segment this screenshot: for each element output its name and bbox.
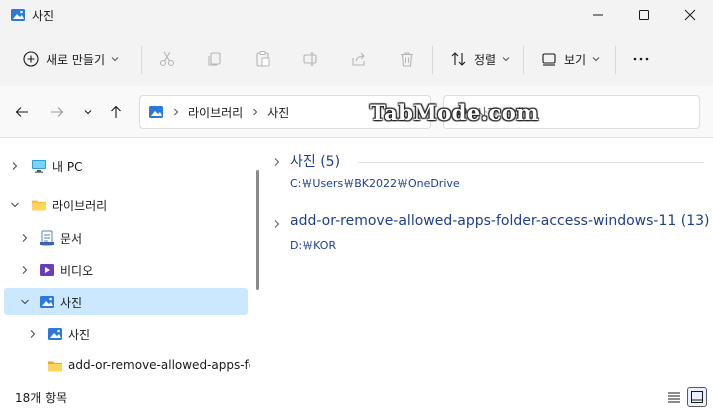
- sort-label: 정렬: [474, 52, 497, 67]
- sidebar-item-this-pc[interactable]: 내 PC: [4, 152, 248, 179]
- sidebar-item-pictures-onedrive[interactable]: 사진: [4, 320, 248, 347]
- more-icon: [633, 57, 649, 61]
- sidebar-item-pictures[interactable]: 사진: [4, 288, 248, 315]
- chevron-right-icon: [253, 108, 258, 116]
- forward-button[interactable]: [47, 102, 67, 122]
- rename-button[interactable]: [294, 44, 328, 74]
- status-bar: 18개 항목: [0, 384, 713, 409]
- group-location: D:￦KOR: [290, 239, 337, 252]
- title-bar: 사진: [0, 0, 713, 30]
- paste-button[interactable]: [246, 44, 280, 74]
- tiles-view-icon: [691, 391, 703, 403]
- chevron-right-icon[interactable]: [272, 157, 282, 167]
- tiles-view-button[interactable]: [687, 387, 707, 407]
- chevron-down-icon: [502, 57, 510, 62]
- pictures-icon: [149, 106, 163, 118]
- chevron-right-icon[interactable]: [20, 233, 30, 243]
- sidebar-item-libraries[interactable]: 라이브러리: [4, 191, 248, 218]
- pictures-icon: [40, 296, 54, 308]
- arrow-left-icon: [15, 107, 28, 117]
- toolbar-divider: [615, 46, 616, 74]
- new-button[interactable]: 새로 만들기: [14, 44, 127, 74]
- chevron-right-icon[interactable]: [10, 161, 20, 171]
- sidebar-item-label: 사진: [68, 328, 91, 342]
- photos-folder-icon: [11, 9, 25, 21]
- rename-icon: [303, 52, 317, 66]
- sidebar-item-label: 라이브러리: [52, 199, 108, 213]
- chevron-right-icon[interactable]: [20, 265, 30, 275]
- details-view-icon: [668, 392, 680, 403]
- library-folder-icon: [32, 200, 46, 211]
- share-icon: [352, 52, 365, 66]
- content-pane: 사진 (5) C:￦Users￦BK2022￦OneDrive add-or-r…: [262, 139, 713, 384]
- new-label: 새로 만들기: [46, 52, 106, 67]
- breadcrumb-pictures[interactable]: 사진: [267, 104, 289, 121]
- view-icon: [542, 53, 556, 66]
- chevron-down-icon[interactable]: [20, 297, 30, 307]
- arrow-right-icon: [51, 107, 64, 117]
- share-button[interactable]: [342, 44, 376, 74]
- chevron-right-icon[interactable]: [272, 219, 282, 229]
- watermark: TabMode.com: [370, 100, 540, 125]
- pictures-icon: [48, 328, 62, 340]
- up-button[interactable]: [106, 102, 126, 122]
- cut-icon: [159, 51, 175, 67]
- minimize-icon: [593, 14, 603, 16]
- copy-button[interactable]: [198, 44, 232, 74]
- new-icon: [23, 51, 39, 67]
- copy-icon: [208, 52, 221, 66]
- group-location: C:￦Users￦BK2022￦OneDrive: [290, 177, 460, 190]
- item-count: 18개 항목: [15, 391, 68, 405]
- sidebar-item-label: 문서: [60, 232, 83, 246]
- toolbar-divider: [432, 46, 433, 74]
- group-divider: [358, 162, 704, 163]
- back-button[interactable]: [12, 102, 32, 122]
- folder-icon: [48, 361, 62, 372]
- group-title: add-or-remove-allowed-apps-folder-access…: [290, 213, 710, 229]
- close-icon: [684, 9, 696, 21]
- sidebar-item-label: add-or-remove-allowed-apps-folder-access…: [68, 358, 250, 372]
- minimize-button[interactable]: [575, 0, 621, 30]
- cut-button[interactable]: [150, 44, 184, 74]
- videos-icon: [40, 264, 54, 276]
- sidebar-item-documents[interactable]: 문서: [4, 224, 248, 251]
- group-title: 사진 (5): [290, 154, 341, 170]
- navigation-pane: 내 PC 라이브러리 문서 비디오 사진 사진 add-or-remove-al…: [0, 139, 250, 384]
- pc-icon: [32, 160, 46, 173]
- toolbar-divider: [141, 46, 142, 74]
- chevron-down-icon[interactable]: [10, 200, 20, 210]
- maximize-button[interactable]: [621, 0, 667, 30]
- breadcrumb-library[interactable]: 라이브러리: [188, 104, 243, 121]
- chevron-down-icon: [592, 57, 600, 62]
- arrow-up-icon: [111, 105, 121, 118]
- sidebar-item-videos[interactable]: 비디오: [4, 256, 248, 283]
- details-view-button[interactable]: [664, 387, 684, 407]
- chevron-down-icon: [84, 110, 92, 115]
- command-bar: 새로 만들기 정렬 보기: [0, 30, 713, 86]
- chevron-right-icon: [174, 108, 179, 116]
- chevron-down-icon: [111, 57, 119, 62]
- chevron-right-icon[interactable]: [28, 329, 38, 339]
- sidebar-item-label: 비디오: [60, 264, 94, 278]
- view-label: 보기: [564, 52, 587, 67]
- sort-button[interactable]: 정렬: [442, 44, 518, 74]
- recent-locations-button[interactable]: [78, 102, 98, 122]
- window-title: 사진: [32, 9, 55, 23]
- navigation-bar: 라이브러리 사진 사진 검색 TabMode.com: [0, 86, 713, 138]
- sidebar-scrollbar[interactable]: [256, 170, 259, 290]
- toolbar-divider: [523, 46, 524, 74]
- delete-icon: [401, 52, 413, 67]
- more-options-button[interactable]: [624, 44, 658, 74]
- maximize-icon: [639, 10, 649, 20]
- sidebar-item-label: 사진: [60, 296, 83, 310]
- delete-button[interactable]: [390, 44, 424, 74]
- documents-icon: [40, 230, 54, 246]
- close-button[interactable]: [667, 0, 713, 30]
- paste-icon: [256, 51, 270, 67]
- sidebar-item-folder[interactable]: add-or-remove-allowed-apps-folder-access…: [4, 352, 250, 379]
- sort-icon: [451, 52, 466, 66]
- sidebar-item-label: 내 PC: [52, 160, 83, 174]
- view-button[interactable]: 보기: [532, 44, 608, 74]
